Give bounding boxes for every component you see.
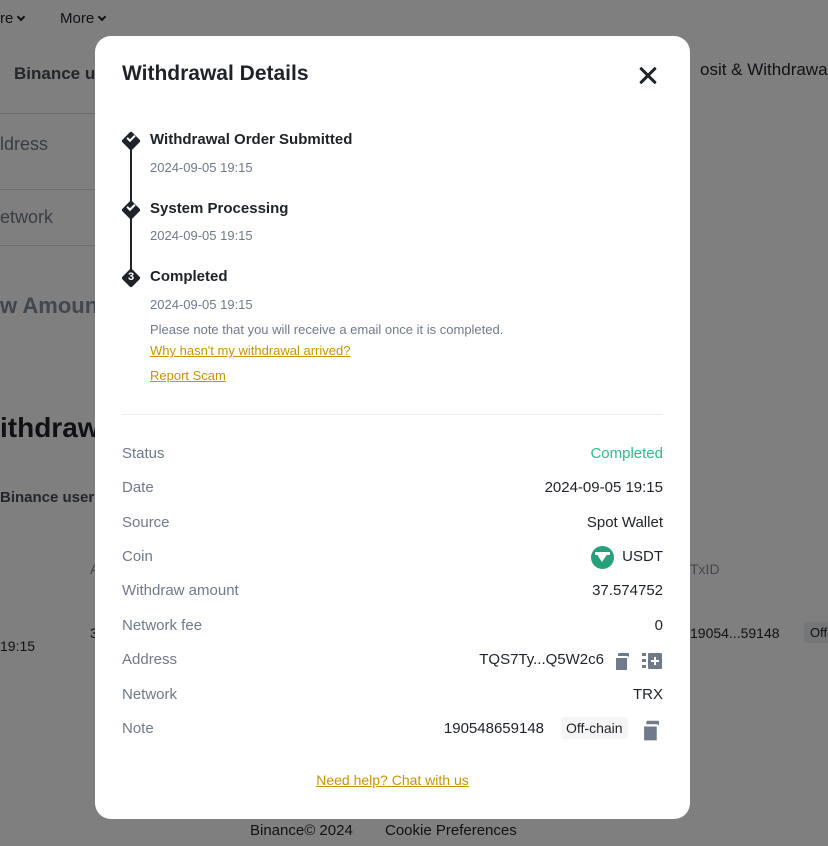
detail-row-fee: Network fee 0	[122, 615, 663, 639]
detail-row-source: Source Spot Wallet	[122, 512, 663, 536]
network-fee-label: Network fee	[122, 617, 203, 634]
step-3-number-icon: 3	[121, 268, 141, 288]
usdt-icon	[591, 546, 614, 569]
copy-note-icon[interactable]	[641, 720, 660, 743]
network-fee-value: 0	[654, 617, 663, 634]
network-label: Network	[122, 686, 178, 703]
withdrawal-details-modal: Withdrawal Details Withdrawal Order Subm…	[95, 36, 690, 819]
source-value: Spot Wallet	[586, 514, 663, 531]
step-3-number: 3	[127, 271, 135, 283]
close-icon[interactable]	[635, 63, 661, 89]
detail-row-coin: Coin USDT	[122, 546, 663, 570]
status-value: Completed	[590, 445, 663, 462]
step-1-check-icon	[121, 131, 141, 151]
withdraw-amount-value: 37.574752	[592, 582, 663, 599]
note-value: 190548659148	[443, 720, 544, 737]
step-3-time: 2024-09-05 19:15	[150, 297, 253, 312]
step-2-check-icon	[121, 200, 141, 220]
detail-row-amount: Withdraw amount 37.574752	[122, 580, 663, 604]
divider	[122, 414, 663, 415]
report-scam-link[interactable]: Report Scam	[150, 368, 226, 383]
date-label: Date	[122, 479, 154, 496]
detail-row-status: Status Completed	[122, 443, 663, 467]
step-2-title: System Processing	[150, 200, 289, 217]
detail-row-network: Network TRX	[122, 684, 663, 708]
note-label: Note	[122, 720, 154, 737]
off-chain-badge: Off-chain	[561, 717, 628, 739]
help-chat-link[interactable]: Need help? Chat with us	[95, 772, 690, 788]
source-label: Source	[122, 514, 170, 531]
step-2-time: 2024-09-05 19:15	[150, 228, 253, 243]
why-not-arrived-link[interactable]: Why hasn't my withdrawal arrived?	[150, 343, 350, 358]
coin-value: USDT	[622, 548, 663, 565]
address-value: TQS7Ty...Q5W2c6	[479, 651, 604, 668]
add-address-icon[interactable]	[642, 652, 662, 670]
date-value: 2024-09-05 19:15	[544, 479, 663, 496]
step-1-time: 2024-09-05 19:15	[150, 160, 253, 175]
step-3-title: Completed	[150, 268, 228, 285]
status-label: Status	[122, 445, 165, 462]
detail-row-address: Address TQS7Ty...Q5W2c6	[122, 649, 663, 673]
detail-row-date: Date 2024-09-05 19:15	[122, 477, 663, 501]
detail-row-note: Note 190548659148 Off-chain	[122, 717, 663, 743]
modal-title: Withdrawal Details	[122, 62, 309, 85]
network-value: TRX	[633, 686, 663, 703]
step-1-title: Withdrawal Order Submitted	[150, 131, 353, 148]
coin-label: Coin	[122, 548, 153, 565]
address-label: Address	[122, 651, 178, 668]
completion-note: Please note that you will receive a emai…	[150, 322, 504, 337]
copy-address-icon[interactable]	[614, 653, 630, 672]
withdraw-amount-label: Withdraw amount	[122, 582, 239, 599]
